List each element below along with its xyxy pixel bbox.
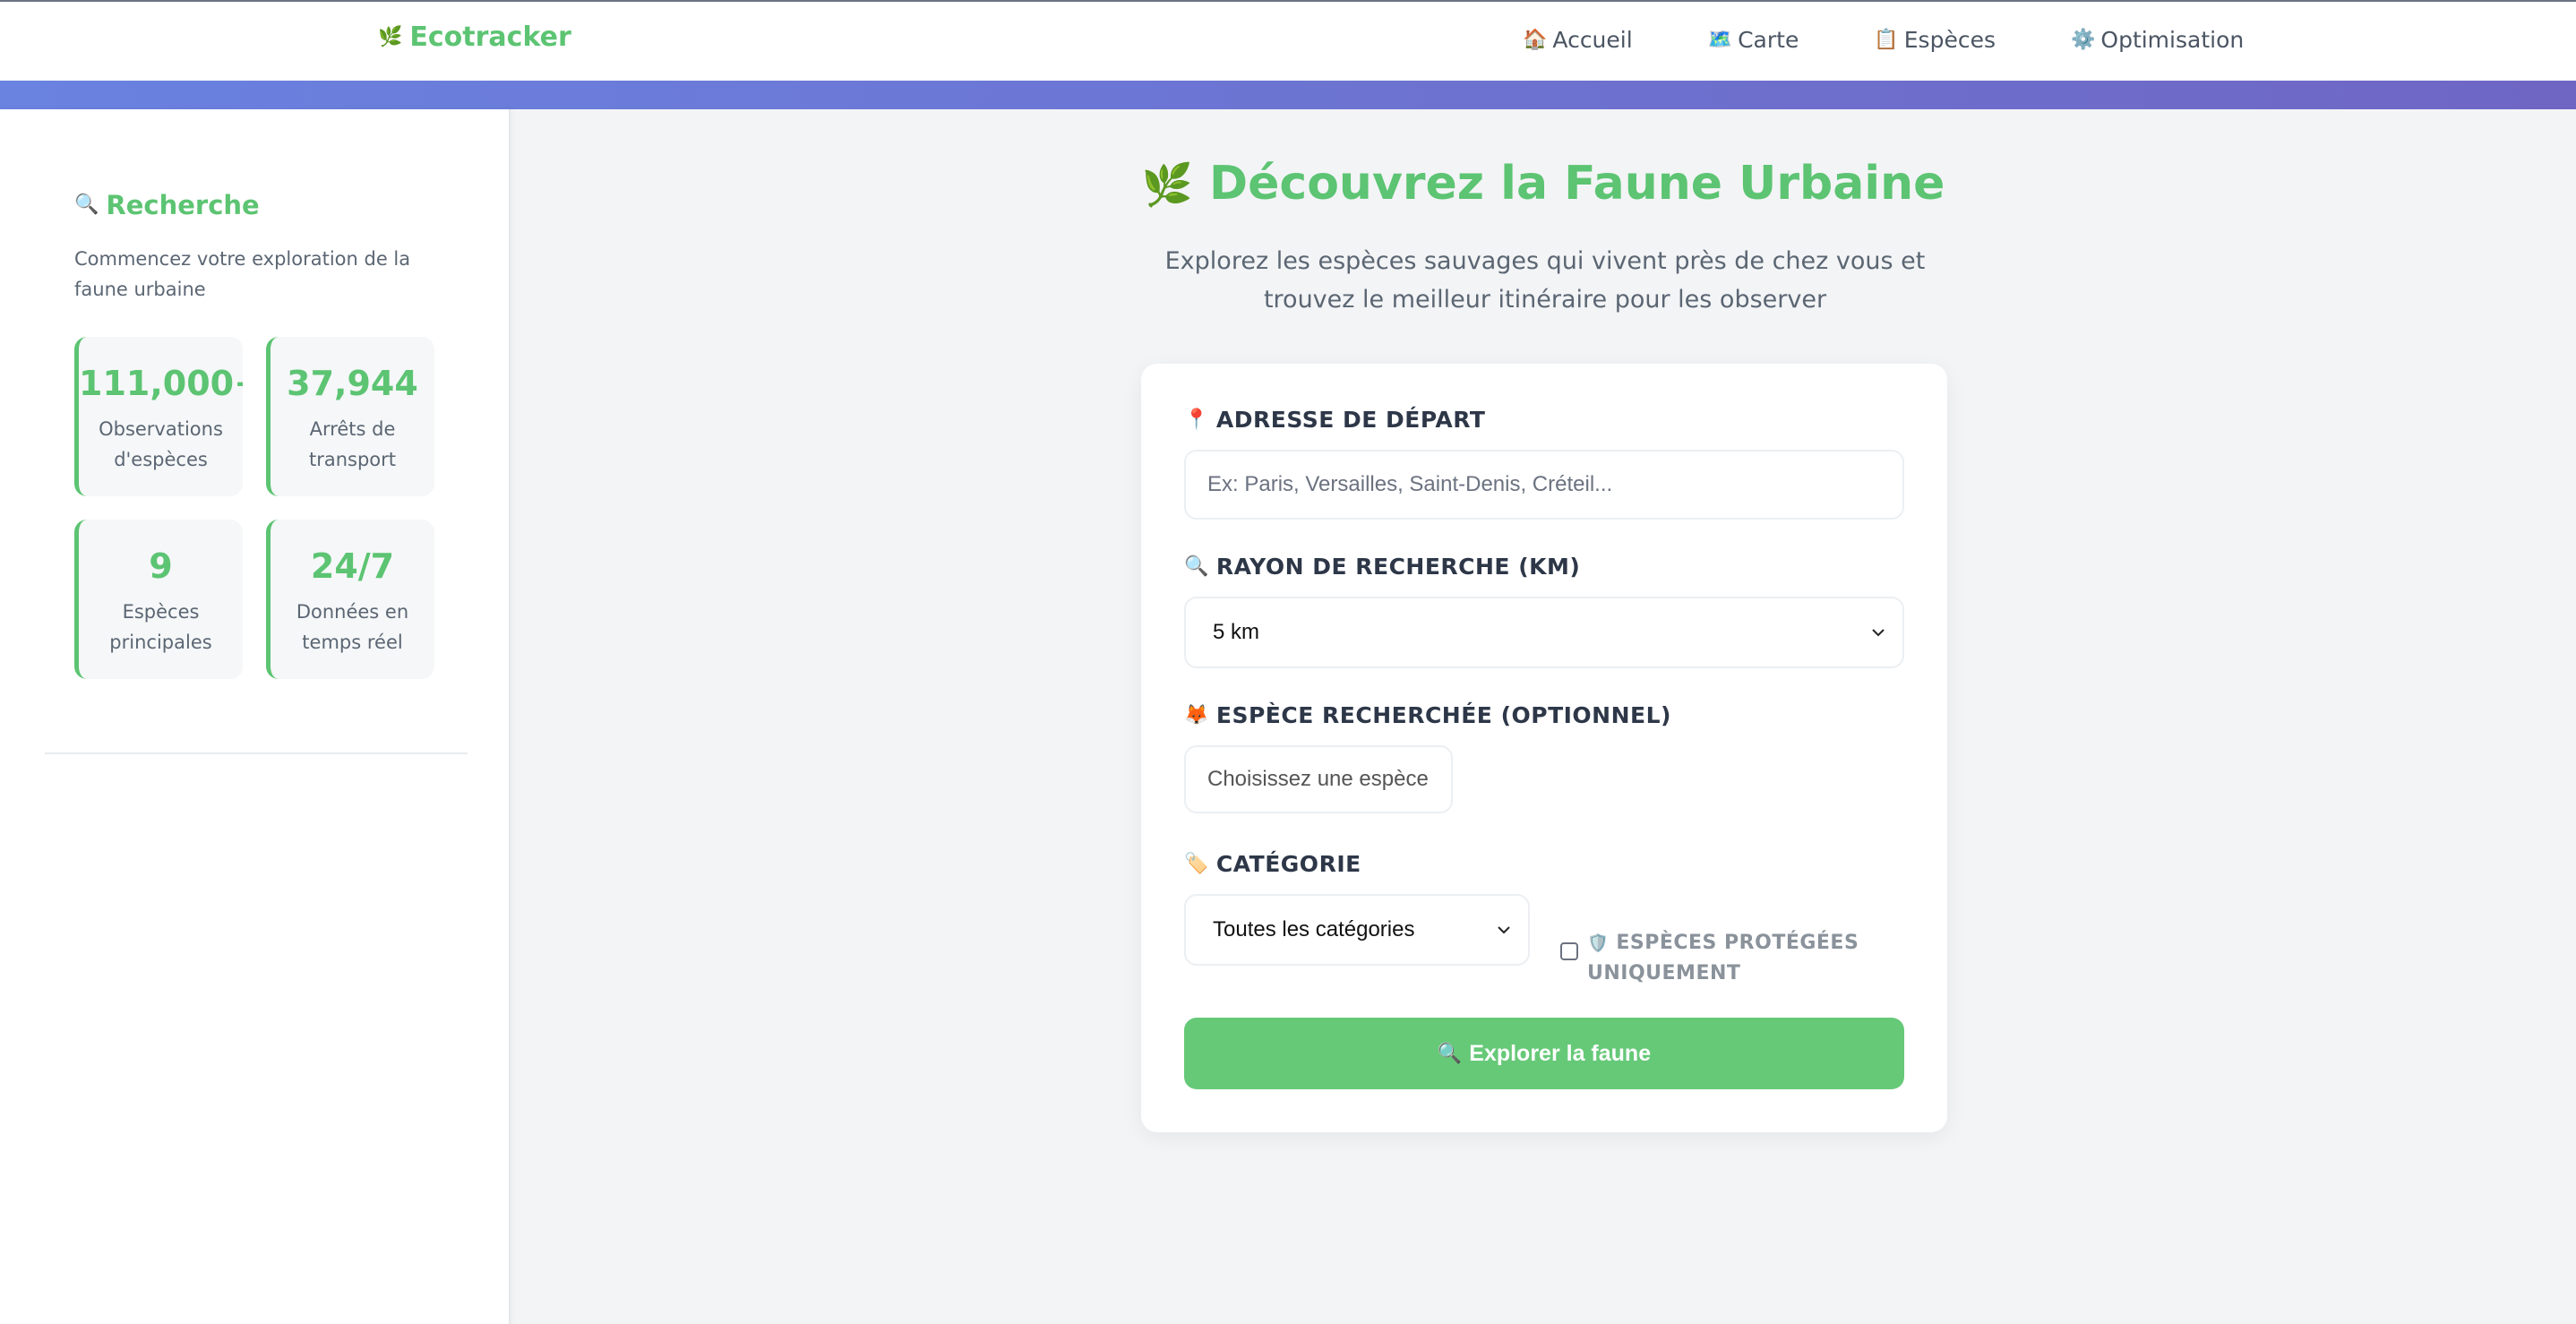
stat-value: 37,944 xyxy=(287,364,418,403)
stat-value: 111,000+ xyxy=(79,364,243,403)
fox-icon: 🦊 xyxy=(1184,703,1209,726)
nav-link-label: Espèces xyxy=(1903,27,1996,53)
nav-link-label: Carte xyxy=(1738,27,1799,53)
radius-select[interactable]: 5 km xyxy=(1184,597,1904,668)
sidebar-subtitle: Commencez votre exploration de la faune … xyxy=(74,248,411,300)
header-gradient-bar xyxy=(0,81,2576,109)
category-select[interactable]: Toutes les catégories xyxy=(1184,894,1530,966)
nav-link-especes[interactable]: 📋 Espèces xyxy=(1874,27,1996,53)
nav-link-carte[interactable]: 🗺️ Carte xyxy=(1708,27,1799,53)
species-label-text: ESPÈCE RECHERCHÉE (OPTIONNEL) xyxy=(1215,702,1671,728)
map-icon: 🗺️ xyxy=(1707,28,1733,51)
tag-icon: 🏷️ xyxy=(1184,852,1209,875)
stat-card-observations: 111,000+ Observations d'espèces xyxy=(74,337,243,496)
sidebar-divider xyxy=(45,752,468,754)
chevron-down-icon xyxy=(1872,629,1885,637)
stat-card-species: 9 Espèces principales xyxy=(74,520,243,679)
protected-label: 🛡️ ESPÈCES PROTÉGÉES UNIQUEMENT xyxy=(1587,928,1901,989)
nav-links: 🏠 Accueil 🗺️ Carte 📋 Espèces ⚙️ Optimisa… xyxy=(1523,27,2244,53)
nav-link-label: Optimisation xyxy=(2100,27,2245,53)
gear-icon: ⚙️ xyxy=(2070,28,2096,51)
species-label: 🦊 ESPÈCE RECHERCHÉE (OPTIONNEL) xyxy=(1184,702,1671,728)
leaf-icon: 🌿 xyxy=(1141,160,1193,209)
search-icon: 🔍 xyxy=(1184,555,1209,578)
nav-link-label: Accueil xyxy=(1552,27,1633,53)
explore-button[interactable]: 🔍 Explorer la faune xyxy=(1184,1018,1904,1089)
stats-grid: 111,000+ Observations d'espèces 37,944 A… xyxy=(74,337,436,679)
page-title: 🌿 Découvrez la Faune Urbaine xyxy=(511,157,2576,211)
protected-label-text: ESPÈCES PROTÉGÉES UNIQUEMENT xyxy=(1587,932,1859,984)
page-title-text: Découvrez la Faune Urbaine xyxy=(1208,157,1945,211)
home-icon: 🏠 xyxy=(1523,28,1548,51)
stat-label: Observations d'espèces xyxy=(99,418,223,470)
brand-name: Ecotracker xyxy=(409,21,571,53)
search-icon: 🔍 xyxy=(1437,1042,1463,1064)
species-picker[interactable]: Choisissez une espèce xyxy=(1184,745,1453,813)
radius-label: 🔍 RAYON DE RECHERCHE (KM) xyxy=(1184,554,1580,580)
sidebar-title: 🔍 Recherche xyxy=(74,190,260,220)
species-placeholder: Choisissez une espèce xyxy=(1207,767,1429,791)
explore-button-label: Explorer la faune xyxy=(1469,1040,1652,1066)
protected-species-toggle[interactable]: 🛡️ ESPÈCES PROTÉGÉES UNIQUEMENT xyxy=(1560,928,1901,989)
brand-logo[interactable]: 🌿 Ecotracker xyxy=(378,21,571,53)
radius-selected-value: 5 km xyxy=(1213,620,1260,644)
chevron-down-icon xyxy=(1498,926,1510,934)
stat-label: Arrêts de transport xyxy=(308,418,397,470)
pin-icon: 📍 xyxy=(1184,408,1209,431)
shield-icon: 🛡️ xyxy=(1587,933,1610,953)
radius-label-text: RAYON DE RECHERCHE (KM) xyxy=(1215,554,1581,580)
stat-value: 24/7 xyxy=(310,546,395,586)
page-subtitle: Explorez les espèces sauvages qui vivent… xyxy=(1164,247,1926,314)
stat-value: 9 xyxy=(149,546,173,586)
address-input[interactable] xyxy=(1184,450,1904,520)
address-label: 📍 ADRESSE DE DÉPART xyxy=(1184,407,1485,433)
stat-card-transport: 37,944 Arrêts de transport xyxy=(266,337,434,496)
stat-label: Espèces principales xyxy=(109,601,212,653)
sidebar-title-text: Recherche xyxy=(106,190,260,220)
leaf-icon: 🌿 xyxy=(378,25,403,48)
stat-card-realtime: 24/7 Données en temps réel xyxy=(266,520,434,679)
sidebar: 🔍 Recherche Commencez votre exploration … xyxy=(0,109,511,1324)
category-label-text: CATÉGORIE xyxy=(1215,851,1361,877)
nav-link-optimisation[interactable]: ⚙️ Optimisation xyxy=(2071,27,2244,53)
clipboard-icon: 📋 xyxy=(1874,28,1899,51)
category-selected-value: Toutes les catégories xyxy=(1213,917,1415,941)
nav-link-accueil[interactable]: 🏠 Accueil xyxy=(1523,27,1633,53)
category-label: 🏷️ CATÉGORIE xyxy=(1184,851,1361,877)
protected-checkbox[interactable] xyxy=(1560,942,1578,960)
top-navbar: 🌿 Ecotracker 🏠 Accueil 🗺️ Carte 📋 Espèce… xyxy=(0,0,2576,81)
search-form-card: 📍 ADRESSE DE DÉPART 🔍 RAYON DE RECHERCHE… xyxy=(1141,364,1947,1132)
search-icon: 🔍 xyxy=(74,193,99,216)
stat-label: Données en temps réel xyxy=(296,601,409,653)
address-label-text: ADRESSE DE DÉPART xyxy=(1215,407,1486,433)
